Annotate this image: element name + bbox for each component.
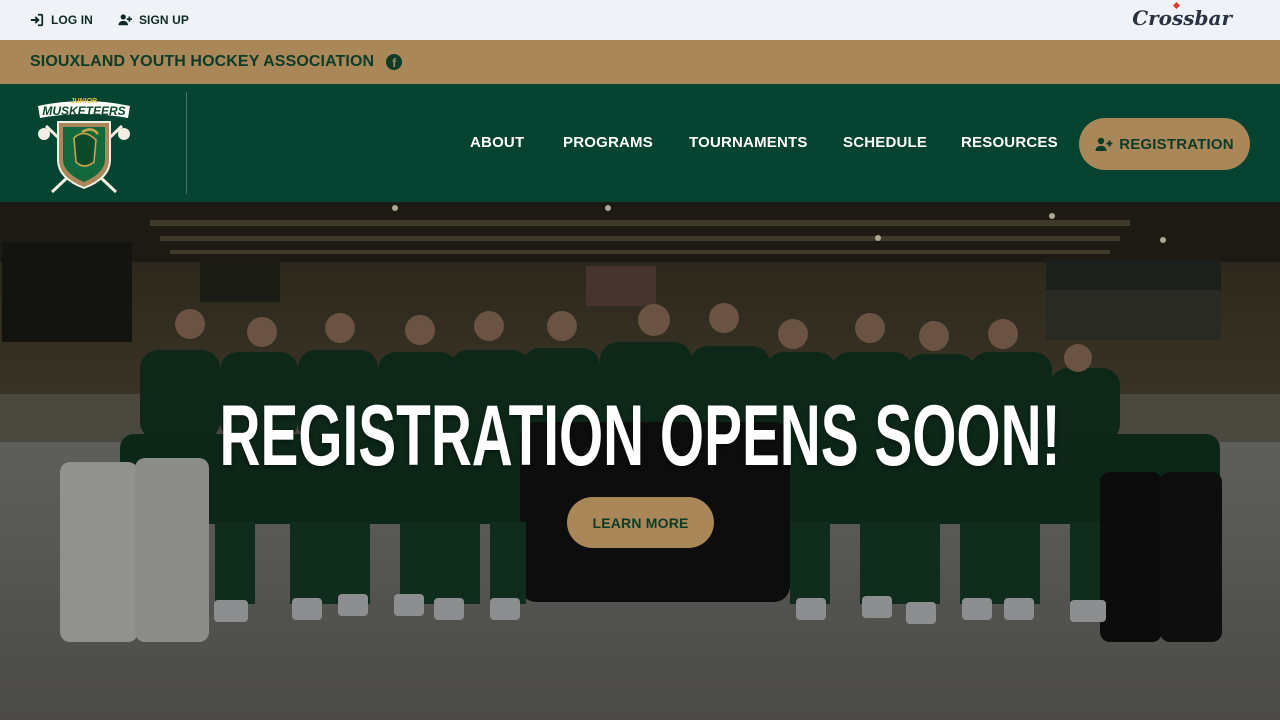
learn-more-label: LEARN MORE	[592, 514, 689, 531]
nav-item-about[interactable]: ABOUT	[470, 134, 524, 151]
nav-item-schedule[interactable]: SCHEDULE	[843, 134, 927, 151]
hero-headline: REGISTRATION OPENS SOON!	[219, 388, 1061, 484]
nav-item-programs[interactable]: PROGRAMS	[563, 134, 653, 151]
crossbar-logo[interactable]: Crossbar	[1132, 1, 1232, 30]
user-plus-icon	[118, 14, 132, 26]
main-navigation: JUNIOR MUSKETEERS ABOUT PROGRAMS TOURNAM…	[0, 84, 1280, 202]
registration-button[interactable]: REGISTRATION	[1079, 118, 1250, 170]
signup-label: SIGN UP	[138, 13, 189, 27]
nav-item-tournaments[interactable]: TOURNAMENTS	[689, 134, 808, 151]
association-name[interactable]: SIOUXLAND YOUTH HOCKEY ASSOCIATION	[30, 53, 374, 71]
registration-button-label: REGISTRATION	[1119, 135, 1234, 153]
user-plus-icon	[1095, 137, 1113, 151]
signup-link[interactable]: SIGN UP	[118, 13, 189, 27]
hero-banner: REGISTRATION OPENS SOON! LEARN MORE	[0, 202, 1280, 720]
crossbar-brand-text: Crossbar	[1132, 6, 1232, 30]
login-link[interactable]: LOG IN	[30, 13, 93, 27]
login-label: LOG IN	[51, 13, 93, 27]
association-bar: SIOUXLAND YOUTH HOCKEY ASSOCIATION f	[0, 40, 1280, 84]
login-icon	[30, 13, 44, 27]
learn-more-button[interactable]: LEARN MORE	[567, 497, 714, 548]
nav-item-resources[interactable]: RESOURCES	[961, 134, 1058, 151]
facebook-icon[interactable]: f	[386, 54, 403, 70]
top-utility-bar: LOG IN SIGN UP Crossbar	[0, 0, 1280, 40]
